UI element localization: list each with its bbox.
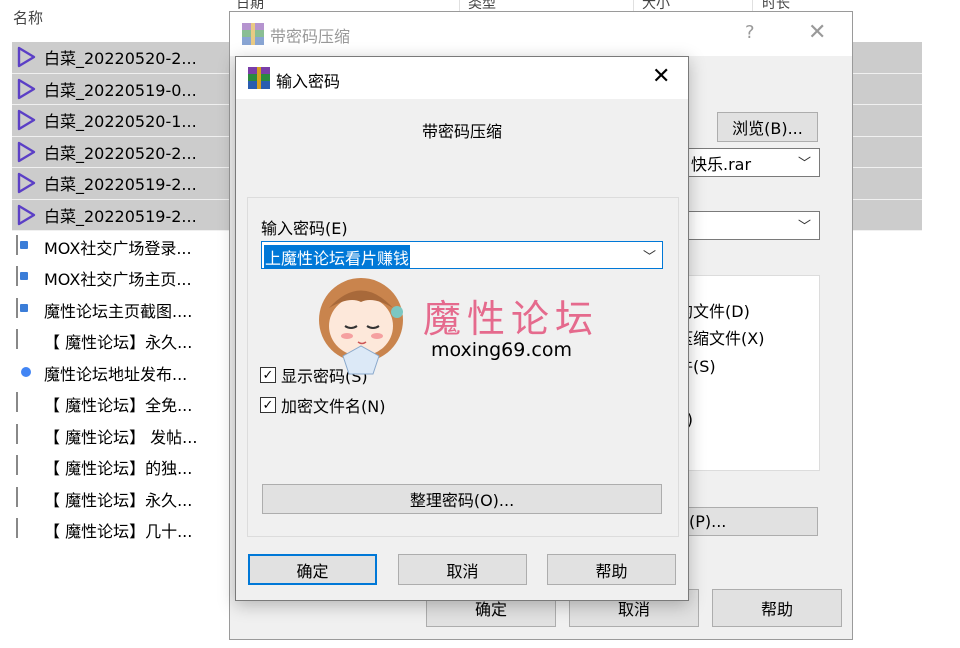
password-ok-button[interactable]: 确定 [248, 554, 377, 585]
text-file-icon [16, 392, 36, 415]
archive-options-group: 的文件(D) 压缩文件(X) 件(S) T) [670, 275, 820, 471]
winrar-icon [242, 23, 264, 45]
set-password-button[interactable]: (P)... [670, 507, 818, 536]
file-name: 魔性论坛地址发布... [44, 364, 188, 384]
password-dialog-titlebar[interactable]: 输入密码 ✕ [236, 57, 688, 99]
checkbox-check-icon[interactable]: ✓ [260, 397, 276, 413]
password-input[interactable]: 上魔性论坛看片赚钱 ﹀ [261, 241, 663, 269]
password-dialog: 输入密码 ✕ 带密码压缩 输入密码(E) 上魔性论坛看片赚钱 ﹀ ✓ 显示密码(… [235, 56, 689, 601]
text-file-icon [16, 518, 36, 541]
close-icon[interactable]: ✕ [808, 20, 826, 45]
password-cancel-button[interactable]: 取消 [398, 554, 527, 585]
video-icon [16, 109, 36, 131]
organize-passwords-button[interactable]: 整理密码(O)... [262, 484, 662, 514]
column-name-header[interactable]: 名称 [13, 7, 43, 28]
image-file-icon [16, 234, 36, 258]
text-file-icon [16, 423, 36, 447]
text-file-icon [16, 329, 36, 352]
checkbox-check-icon[interactable]: ✓ [260, 367, 276, 383]
password-value: 上魔性论坛看片赚钱 [264, 245, 411, 269]
image-file-icon [16, 266, 36, 289]
password-help-button[interactable]: 帮助 [547, 554, 676, 585]
file-name: MOX社交广场登录... [44, 238, 192, 258]
file-name: 【 魔性论坛】永久... [44, 333, 193, 353]
video-icon [16, 204, 36, 226]
file-name: 白菜_20220519-0... [44, 80, 197, 100]
option-create-sfx[interactable]: 压缩文件(X) [677, 325, 764, 349]
archive-dialog-titlebar[interactable]: 带密码压缩 ? ✕ [230, 12, 852, 56]
text-file-icon [16, 455, 36, 478]
show-password-label: 显示密码(S) [281, 367, 368, 386]
video-icon [16, 141, 36, 163]
video-icon [16, 46, 36, 68]
chevron-down-icon: ﹀ [797, 156, 811, 172]
help-icon[interactable]: ? [745, 22, 755, 43]
image-file-icon [16, 297, 36, 321]
file-name: 白菜_20220519-2... [44, 175, 197, 195]
file-name: 白菜_20220519-2... [44, 206, 197, 226]
video-icon [16, 172, 36, 194]
dialog-heading: 带密码压缩 [421, 122, 502, 141]
encrypt-filenames-checkbox[interactable]: ✓ 加密文件名(N) [260, 393, 385, 417]
file-name: 【 魔性论坛】全免... [44, 396, 193, 416]
encrypt-filenames-label: 加密文件名(N) [281, 397, 386, 416]
chevron-down-icon: ﹀ [797, 219, 811, 235]
archive-help-button[interactable]: 帮助 [712, 589, 842, 627]
file-name: 白菜_20220520-2... [44, 143, 197, 163]
file-name: 魔性论坛主页截图.... [44, 301, 193, 321]
browse-button[interactable]: 浏览(B)... [717, 112, 818, 142]
file-name: MOX社交广场主页... [44, 270, 192, 290]
archive-name-select[interactable]: 快乐.rar ﹀ [670, 148, 820, 177]
format-select[interactable]: ﹀ [670, 211, 820, 240]
archive-name-value: 快乐.rar [691, 154, 752, 174]
winrar-icon [248, 67, 270, 89]
show-password-checkbox[interactable]: ✓ 显示密码(S) [260, 363, 368, 387]
file-name: 【 魔性论坛】的独... [44, 459, 193, 479]
chevron-down-icon[interactable]: ﹀ [643, 246, 656, 265]
file-name: 白菜_20220520-1... [44, 112, 197, 132]
password-label: 输入密码(E) [261, 219, 348, 238]
video-icon [16, 78, 36, 100]
password-dialog-title: 输入密码 [276, 72, 341, 91]
file-name: 【 魔性论坛】几十... [44, 522, 193, 542]
archive-dialog-title: 带密码压缩 [270, 27, 351, 46]
text-file-icon [16, 486, 36, 510]
close-icon[interactable]: ✕ [652, 64, 670, 89]
file-name: 【 魔性论坛】 发帖... [44, 427, 198, 447]
file-name: 白菜_20220520-2... [44, 49, 197, 69]
file-name: 【 魔性论坛】永久... [44, 490, 193, 510]
chrome-icon [16, 362, 36, 384]
